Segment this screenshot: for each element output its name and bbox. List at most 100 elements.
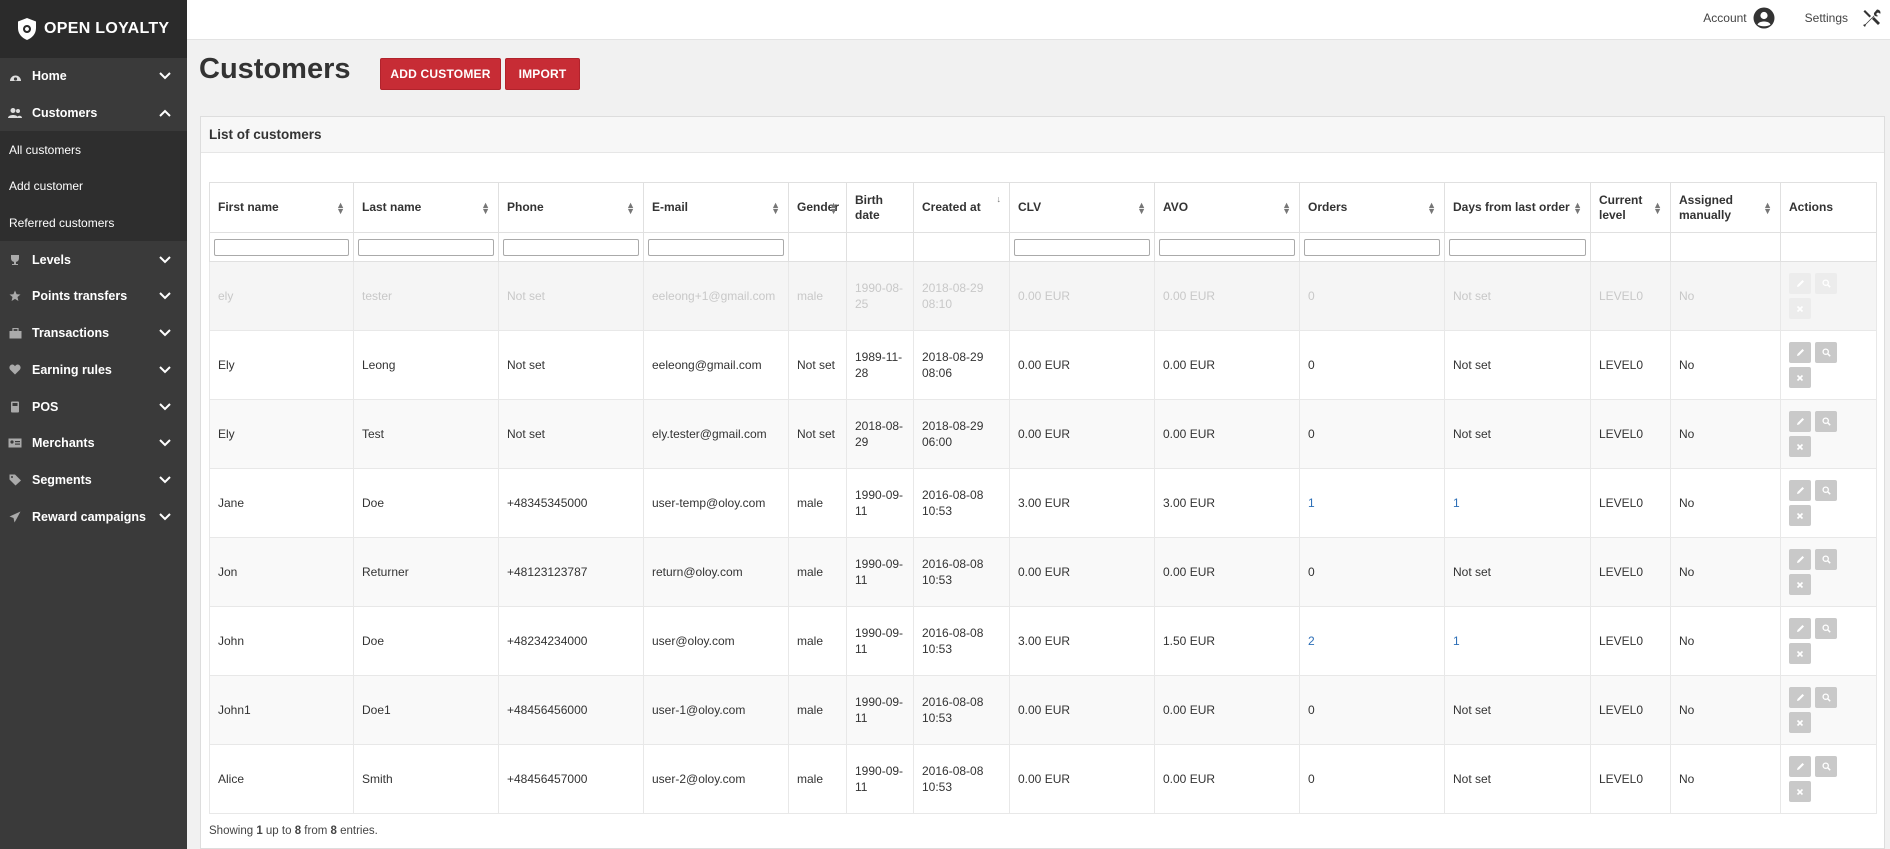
cell-orders: 0 — [1299, 537, 1445, 607]
table-row[interactable]: ely tester Not set eeleong+1@gmail.com male 1… — [209, 261, 1877, 331]
col-assigned-manually[interactable]: Assigned manually ▲ ▼ — [1670, 182, 1781, 233]
filter-days-input[interactable] — [1449, 238, 1586, 256]
delete-button[interactable] — [1789, 712, 1811, 733]
delete-button[interactable] — [1789, 505, 1811, 526]
table-row[interactable]: Jon Returner +48123123787 return@oloy.com ma… — [209, 537, 1877, 607]
account-link[interactable]: Account — [1703, 11, 1746, 25]
col-birth-date[interactable]: Birth date — [846, 182, 914, 233]
delete-button[interactable] — [1789, 781, 1811, 802]
edit-button[interactable] — [1789, 342, 1811, 363]
col-orders[interactable]: Orders ▲ ▼ — [1299, 182, 1445, 233]
filter-avo-input[interactable] — [1159, 238, 1295, 256]
col-email[interactable]: E-mail ▲ ▼ — [643, 182, 789, 233]
sort-icon: ▲ ▼ — [1653, 199, 1662, 216]
table-row[interactable]: Ely Leong Not set eeleong@gmail.com Not set 1… — [209, 330, 1877, 400]
cell-created-at: 2018-08-29 06:00 — [913, 399, 1010, 469]
shield-logo-icon — [18, 18, 36, 40]
edit-button[interactable] — [1789, 618, 1811, 639]
cell-last-name: Doe — [353, 606, 499, 676]
table-row[interactable]: John1 Doe1 +48456456000 user-1@oloy.com male… — [209, 675, 1877, 745]
col-label: Created at — [922, 200, 981, 214]
sidebar-item-levels[interactable]: Levels — [0, 241, 187, 278]
view-button[interactable] — [1815, 273, 1837, 294]
table-row[interactable]: Ely Test Not set ely.tester@gmail.com Not se… — [209, 399, 1877, 469]
filter-last-name-input[interactable] — [358, 238, 494, 256]
tools-icon[interactable] — [1862, 8, 1882, 28]
sidebar-item-customers[interactable]: Customers — [0, 95, 187, 132]
view-button[interactable] — [1815, 411, 1837, 432]
edit-button[interactable] — [1789, 411, 1811, 432]
col-avo[interactable]: AVO ▲ ▼ — [1154, 182, 1300, 233]
col-current-level[interactable]: Current level ▲ ▼ — [1590, 182, 1671, 233]
filter-orders-input[interactable] — [1304, 238, 1440, 256]
sidebar-item-pos[interactable]: POS — [0, 388, 187, 425]
cell-first-name: Ely — [209, 330, 354, 400]
sort-icon: ▲ ▼ — [626, 199, 635, 216]
logo[interactable]: OPEN LOYALTY — [0, 0, 187, 58]
sidebar-subitem-all-customers[interactable]: All customers — [0, 131, 187, 168]
cell-clv: 0.00 EUR — [1009, 330, 1155, 400]
view-button[interactable] — [1815, 687, 1837, 708]
table-row[interactable]: Alice Smith +48456457000 user-2@oloy.com mal… — [209, 744, 1877, 814]
row-actions — [1789, 273, 1849, 319]
col-actions: Actions — [1780, 182, 1877, 233]
edit-button[interactable] — [1789, 756, 1811, 777]
row-actions — [1789, 342, 1849, 388]
edit-button[interactable] — [1789, 549, 1811, 570]
table-body: ely tester Not set eeleong+1@gmail.com male 1… — [209, 261, 1877, 814]
sort-icon: ▲ ▼ — [1573, 199, 1582, 216]
sidebar-item-segments[interactable]: Segments — [0, 462, 187, 499]
delete-button[interactable] — [1789, 367, 1811, 388]
sidebar-item-points-transfers[interactable]: Points transfers — [0, 278, 187, 315]
cell-last-name: Test — [353, 399, 499, 469]
edit-button[interactable] — [1789, 273, 1811, 294]
import-button[interactable]: IMPORT — [505, 58, 580, 90]
filter-clv-input[interactable] — [1014, 238, 1150, 256]
delete-button[interactable] — [1789, 436, 1811, 457]
pencil-icon — [1796, 487, 1804, 494]
cell-email: user@oloy.com — [643, 606, 789, 676]
col-clv[interactable]: CLV ▲ ▼ — [1009, 182, 1155, 233]
view-button[interactable] — [1815, 342, 1837, 363]
cell-avo: 0.00 EUR — [1154, 537, 1300, 607]
edit-button[interactable] — [1789, 480, 1811, 501]
col-phone[interactable]: Phone ▲ ▼ — [498, 182, 644, 233]
search-icon — [1821, 762, 1831, 771]
cell-birth-date: 1990-09-11 — [846, 468, 914, 538]
cell-created-at: 2016-08-08 10:53 — [913, 744, 1010, 814]
col-last-name[interactable]: Last name ▲ ▼ — [353, 182, 499, 233]
view-button[interactable] — [1815, 480, 1837, 501]
col-first-name[interactable]: First name ▲ ▼ — [209, 182, 354, 233]
filter-email-input[interactable] — [648, 238, 784, 256]
settings-link[interactable]: Settings — [1805, 11, 1848, 25]
sidebar-item-transactions[interactable]: Transactions — [0, 315, 187, 352]
filter-first-name-input[interactable] — [214, 238, 349, 256]
table-row[interactable]: Jane Doe +48345345000 user-temp@oloy.com mal… — [209, 468, 1877, 538]
view-button[interactable] — [1815, 549, 1837, 570]
cell-clv: 0.00 EUR — [1009, 399, 1155, 469]
table-row[interactable]: John Doe +48234234000 user@oloy.com male 1990… — [209, 606, 1877, 676]
edit-button[interactable] — [1789, 687, 1811, 708]
sidebar-item-merchants[interactable]: Merchants — [0, 425, 187, 462]
cell-avo: 1.50 EUR — [1154, 606, 1300, 676]
chevron-down-icon — [159, 402, 171, 410]
filter-phone-input[interactable] — [503, 238, 639, 256]
chevron-down-icon — [159, 439, 171, 447]
add-customer-button[interactable]: ADD CUSTOMER — [380, 58, 501, 90]
col-days-from-last-order[interactable]: Days from last order ▲ ▼ — [1444, 182, 1591, 233]
view-button[interactable] — [1815, 618, 1837, 639]
delete-button[interactable] — [1789, 574, 1811, 595]
sidebar-item-home[interactable]: Home — [0, 58, 187, 95]
view-button[interactable] — [1815, 756, 1837, 777]
col-gender[interactable]: Gender ▲ ▼ — [788, 182, 847, 233]
delete-button[interactable] — [1789, 298, 1811, 319]
pencil-icon — [1796, 349, 1804, 356]
delete-button[interactable] — [1789, 643, 1811, 664]
sidebar-item-reward-campaigns[interactable]: Reward campaigns — [0, 498, 187, 535]
account-avatar-icon[interactable] — [1753, 7, 1775, 29]
sidebar-subitem-referred-customers[interactable]: Referred customers — [0, 205, 187, 242]
col-created-at[interactable]: Created at ↓ — [913, 182, 1010, 233]
sidebar-subitem-add-customer[interactable]: Add customer — [0, 168, 187, 205]
cell-created-at: 2016-08-08 10:53 — [913, 606, 1010, 676]
sidebar-item-earning-rules[interactable]: Earning rules — [0, 352, 187, 389]
